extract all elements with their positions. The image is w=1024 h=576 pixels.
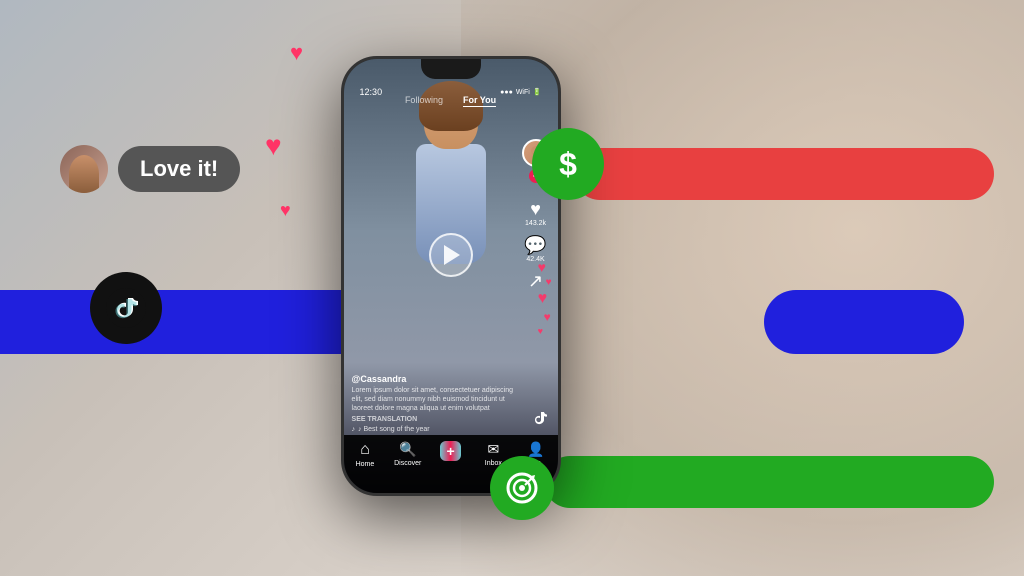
tiktok-icon-circle <box>90 272 162 344</box>
like-icon[interactable]: ♥ <box>525 199 546 220</box>
love-bubble: Love it! <box>118 146 240 192</box>
phone-bottom-info: @Cassandra Lorem ipsum dolor sit amet, c… <box>352 374 522 433</box>
user-avatar <box>60 145 108 193</box>
red-bar <box>574 148 994 200</box>
username: @Cassandra <box>352 374 522 384</box>
floating-heart-2: ♥ <box>546 277 552 288</box>
phone-wrapper: 12:30 ●●● WiFi 🔋 Following For You + <box>341 56 561 496</box>
comment-icon[interactable]: 💬 <box>524 235 546 256</box>
nav-home[interactable]: ⌂ Home <box>344 441 387 468</box>
floating-heart-3: ♥ <box>538 290 552 308</box>
love-bubble-wrapper: Love it! <box>60 145 240 193</box>
love-bubble-text: Love it! <box>140 156 218 181</box>
inbox-icon: ✉ <box>487 441 499 458</box>
heart-decoration-3: ♥ <box>280 200 291 221</box>
home-icon: ⌂ <box>360 441 370 459</box>
floating-heart-4: ♥ <box>544 310 552 324</box>
music-note: ♪ <box>352 426 356 433</box>
like-section: ♥ 143.2k <box>525 199 546 227</box>
heart-decoration-2: ♥ <box>265 130 282 162</box>
search-icon: 🔍 <box>399 441 416 458</box>
green-bar-bottom <box>544 456 994 508</box>
phone-notch <box>421 59 481 79</box>
like-count: 143.2k <box>525 220 546 227</box>
tab-for-you[interactable]: For You <box>463 95 496 107</box>
music-text: ♪ Best song of the year <box>358 426 430 433</box>
heart-decoration-1: ♥ <box>290 40 303 66</box>
discover-label: Discover <box>394 460 421 467</box>
home-label: Home <box>356 461 375 468</box>
video-description: Lorem ipsum dolor sit amet, consectetuer… <box>352 386 522 413</box>
floating-heart-5: ♥ <box>538 326 552 336</box>
tab-following[interactable]: Following <box>405 95 443 107</box>
nav-add[interactable]: + <box>429 441 472 461</box>
play-button[interactable] <box>429 233 473 277</box>
target-icon <box>490 456 554 520</box>
see-translation[interactable]: SEE TRANSLATION <box>352 416 522 423</box>
profile-icon: 👤 <box>527 441 544 458</box>
phone: 12:30 ●●● WiFi 🔋 Following For You + <box>341 56 561 496</box>
floating-hearts: ♥ ♥ ♥ ♥ ♥ <box>538 259 552 336</box>
blue-bar-right <box>764 290 964 354</box>
add-icon[interactable]: + <box>440 441 460 461</box>
floating-heart-1: ♥ <box>538 259 552 275</box>
phone-tabs: Following For You <box>344 95 558 107</box>
tiktok-watermark <box>530 408 550 428</box>
nav-discover[interactable]: 🔍 Discover <box>386 441 429 467</box>
dollar-icon: $ <box>532 128 604 200</box>
music-info: ♪ ♪ Best song of the year <box>352 426 522 433</box>
play-triangle <box>444 245 460 265</box>
